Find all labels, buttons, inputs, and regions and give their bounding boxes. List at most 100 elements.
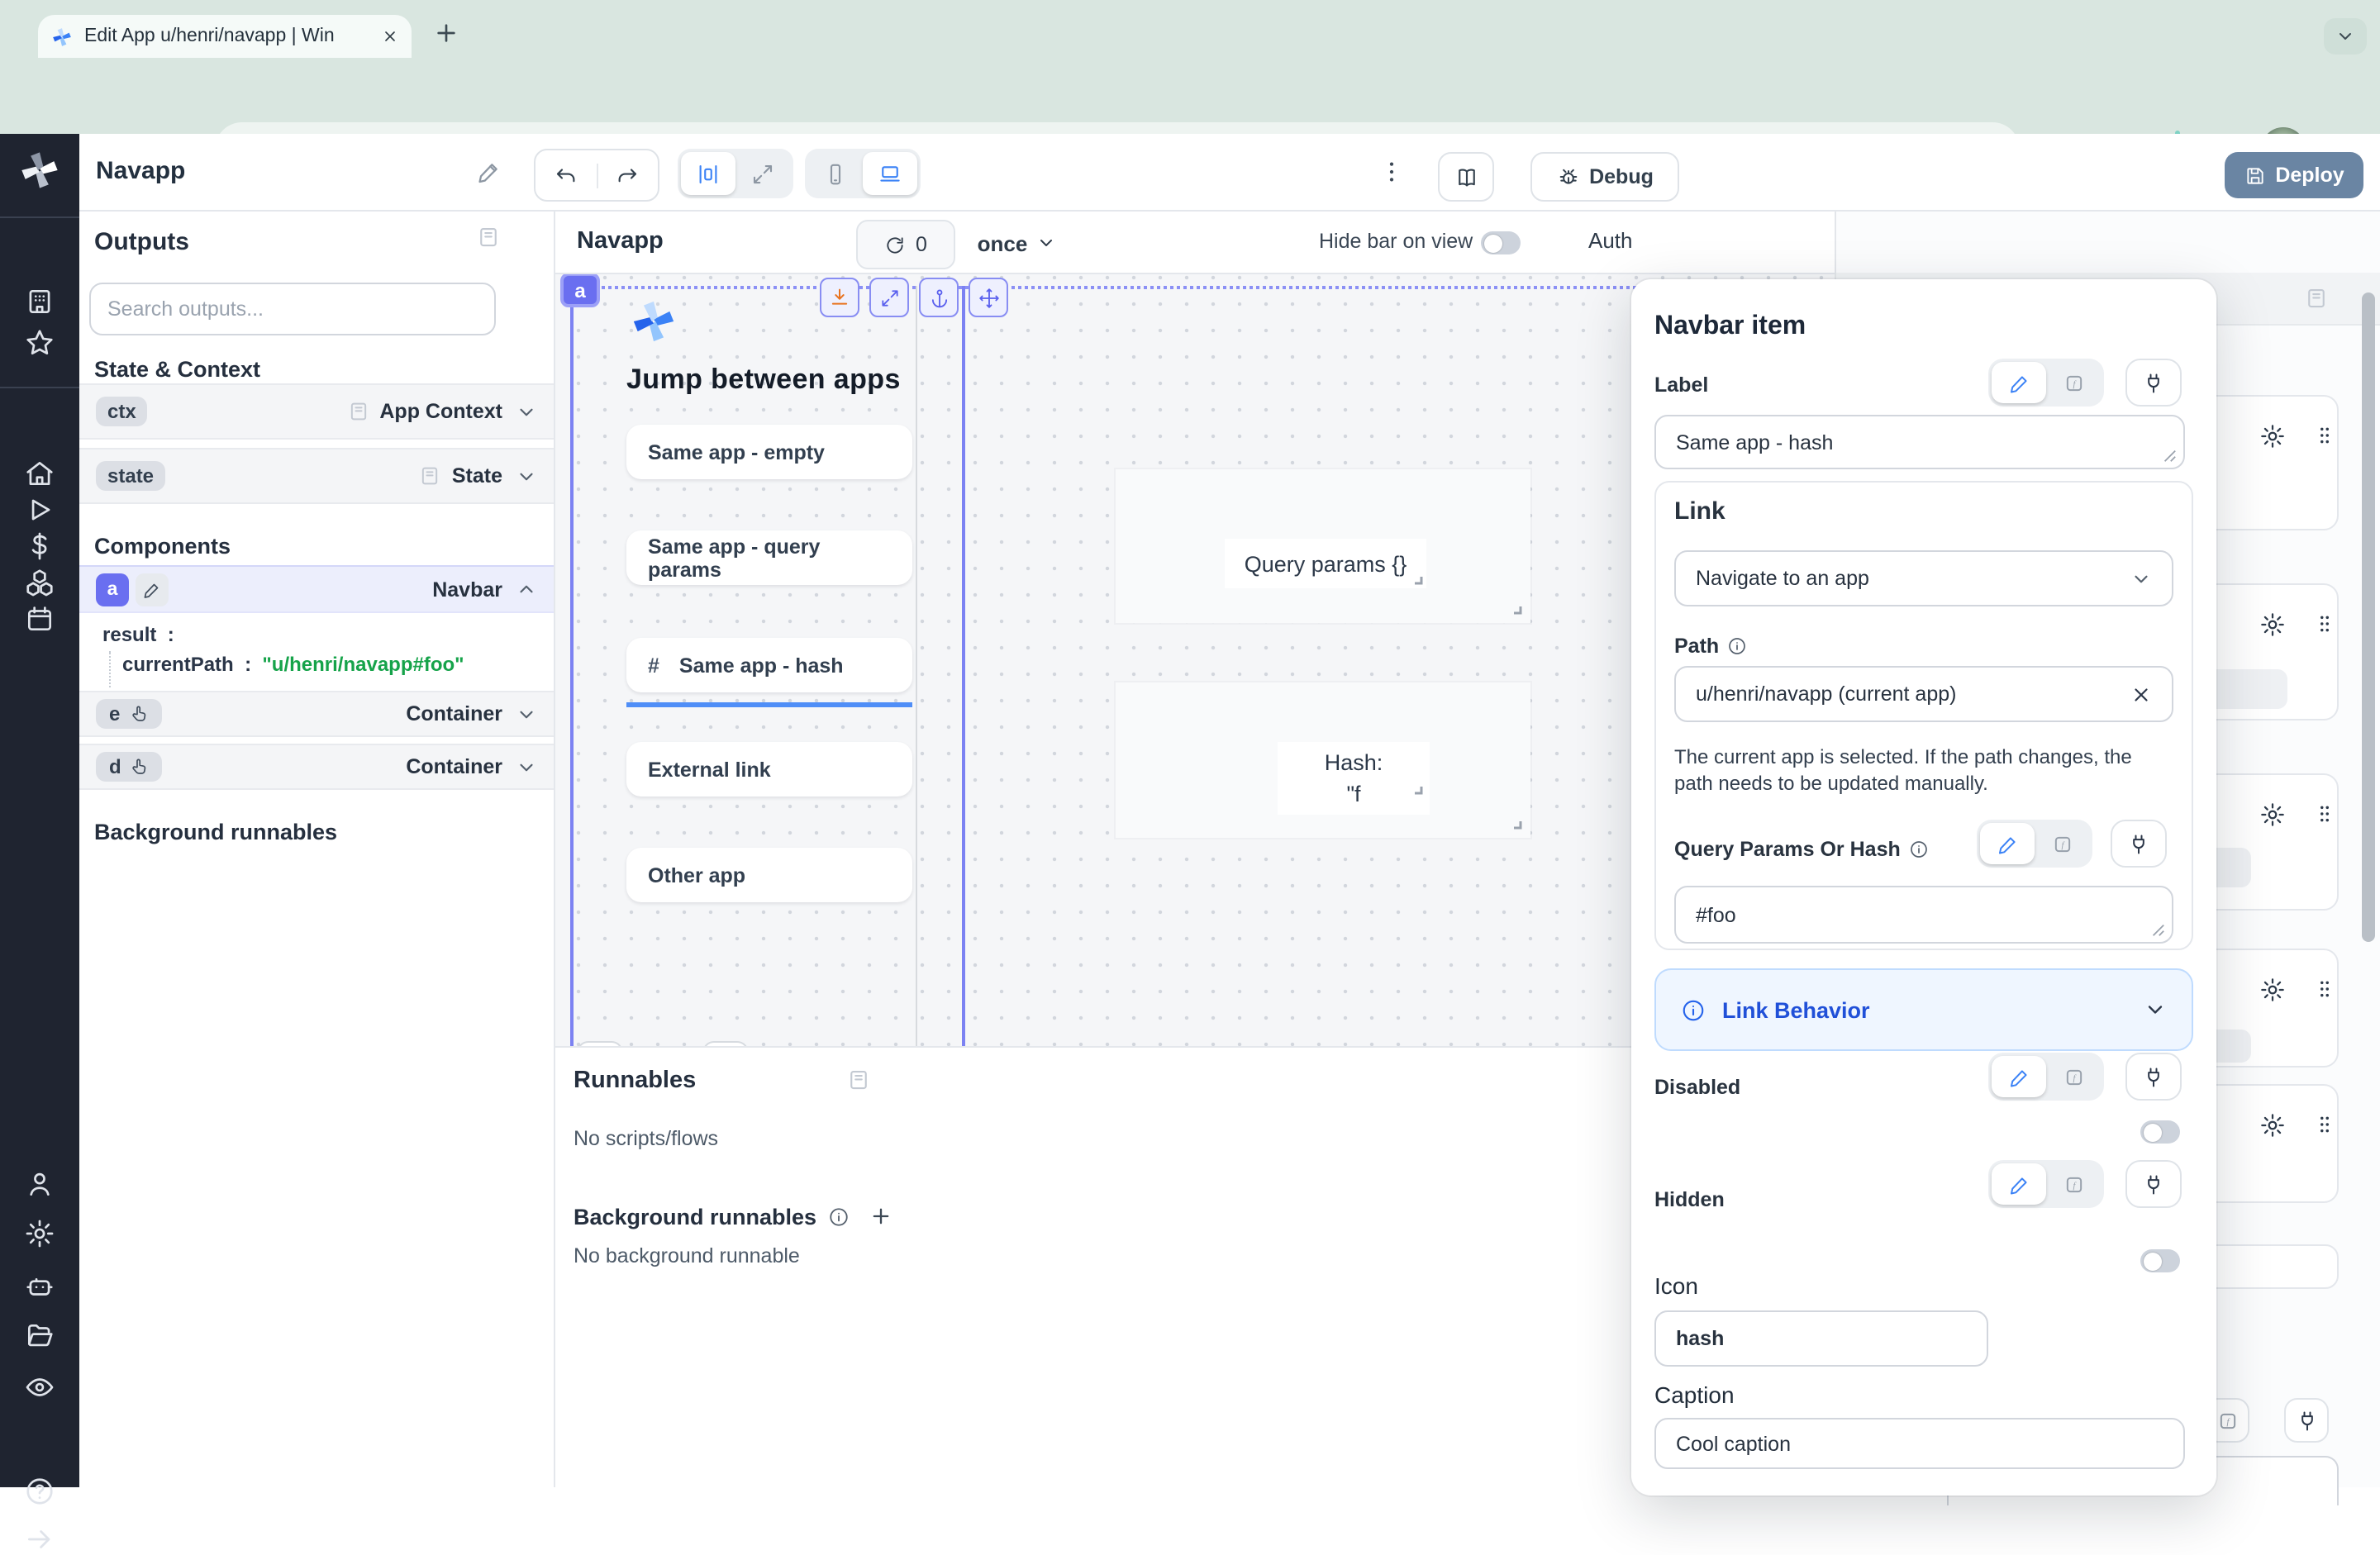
nav-item-button-active[interactable]: #Same app - hash — [626, 638, 912, 692]
fn-button[interactable]: f — [2046, 1056, 2101, 1097]
chevron-up-icon[interactable] — [516, 578, 537, 600]
selected-component-tab[interactable]: a — [560, 274, 600, 307]
gear-icon[interactable] — [2259, 1112, 2286, 1139]
nav-item-button[interactable]: Same app - query params — [626, 530, 912, 585]
connect-plug-button[interactable] — [2125, 1160, 2182, 1208]
path-input[interactable]: u/henri/navapp (current app) — [1674, 666, 2173, 722]
chevron-down-icon[interactable] — [516, 756, 537, 778]
windmill-logo-icon[interactable] — [18, 149, 61, 192]
ctx-row[interactable]: ctx App Context — [79, 383, 554, 440]
refresh-mode-dropdown[interactable]: once — [969, 220, 1064, 266]
chevron-down-icon[interactable] — [516, 703, 537, 725]
disabled-toggle[interactable] — [2140, 1120, 2180, 1144]
query-params-text[interactable]: Query params {} — [1225, 539, 1426, 588]
connect-plug-button[interactable] — [2111, 820, 2167, 868]
schedules-calendar-icon[interactable] — [24, 603, 55, 635]
drag-grip-icon[interactable] — [2314, 978, 2335, 1000]
chevron-down-icon[interactable] — [516, 401, 537, 422]
drag-grip-icon[interactable] — [2314, 425, 2335, 446]
query-params-input[interactable]: #foo — [1674, 886, 2173, 944]
component-row-e[interactable]: e Container — [79, 691, 554, 737]
drag-grip-icon[interactable] — [2314, 613, 2335, 635]
link-behavior-disclosure[interactable]: Link Behavior — [1654, 968, 2193, 1051]
connect-plug-button[interactable] — [2125, 1053, 2182, 1101]
resize-handle-icon[interactable] — [1509, 816, 1522, 830]
rename-pencil-icon[interactable] — [476, 159, 502, 185]
hash-text[interactable]: Hash: "f — [1278, 742, 1430, 815]
component-row-navbar[interactable]: a Navbar — [79, 565, 554, 613]
collapse-arrow-icon[interactable] — [24, 1524, 55, 1555]
scrollbar[interactable] — [2362, 292, 2375, 942]
gear-icon[interactable] — [2259, 611, 2286, 638]
runs-play-icon[interactable] — [24, 494, 55, 525]
query-params-container[interactable]: Query params {} — [1116, 469, 1530, 623]
variables-dollar-icon[interactable] — [24, 530, 55, 562]
textarea-resize-icon[interactable] — [2162, 448, 2177, 463]
help-icon[interactable] — [24, 1476, 55, 1507]
fullscreen-tool[interactable] — [869, 278, 909, 317]
move-tool[interactable] — [969, 278, 1008, 317]
panel-doc-icon[interactable] — [476, 225, 501, 250]
resources-cubes-icon[interactable] — [24, 567, 55, 598]
static-pencil-button[interactable] — [1992, 1056, 2046, 1097]
expand-down-tool[interactable] — [820, 278, 859, 317]
zoom-out-button[interactable] — [577, 1041, 623, 1048]
docs-book-button[interactable] — [1438, 152, 1494, 202]
search-outputs-input[interactable]: Search outputs... — [89, 283, 496, 335]
ctx-key-badge[interactable]: ctx — [96, 397, 148, 426]
hash-container[interactable]: Hash: "f — [1116, 682, 1530, 838]
fn-button[interactable]: f — [2046, 1163, 2101, 1205]
info-icon[interactable] — [828, 1205, 850, 1227]
workspace-icon[interactable] — [24, 286, 55, 317]
folders-icon[interactable] — [24, 1320, 55, 1352]
tab-close-icon[interactable] — [382, 28, 398, 45]
audit-eye-icon[interactable] — [24, 1372, 55, 1403]
currentpath-value[interactable]: "u/henri/navapp#foo" — [262, 653, 464, 676]
more-menu-kebab-icon[interactable] — [1378, 159, 1405, 185]
link-type-select[interactable]: Navigate to an app — [1674, 550, 2173, 606]
anchor-tool[interactable] — [919, 278, 959, 317]
redo-button[interactable] — [597, 163, 658, 188]
component-row-d[interactable]: d Container — [79, 744, 554, 790]
result-key[interactable]: result — [102, 623, 156, 646]
tab-search-button[interactable] — [2324, 18, 2367, 55]
deploy-button[interactable]: Deploy — [2225, 152, 2363, 198]
caption-input[interactable]: Cool caption — [1654, 1418, 2185, 1469]
info-icon[interactable] — [1727, 636, 1747, 656]
state-key-badge[interactable]: state — [96, 461, 165, 491]
static-pencil-button[interactable] — [1992, 1163, 2046, 1205]
fn-button[interactable]: f — [2035, 823, 2089, 864]
label-input[interactable]: Same app - hash — [1654, 415, 2185, 469]
clear-x-icon[interactable] — [2130, 683, 2152, 705]
refresh-count-button[interactable]: 0 — [856, 220, 955, 269]
gear-icon[interactable] — [2259, 801, 2286, 828]
edit-pencil-icon[interactable] — [136, 573, 169, 606]
resize-handle-icon[interactable] — [1509, 602, 1522, 615]
full-width-layout-button[interactable] — [735, 152, 790, 195]
add-background-runnable-button[interactable] — [861, 1196, 901, 1236]
home-icon[interactable] — [24, 458, 55, 489]
debug-button[interactable]: Debug — [1530, 152, 1679, 202]
static-pencil-button[interactable] — [1980, 823, 2035, 864]
static-pencil-button[interactable] — [1992, 362, 2046, 403]
icon-input[interactable]: hash — [1654, 1310, 1988, 1367]
drag-grip-icon[interactable] — [2314, 1114, 2335, 1135]
nav-item-button[interactable]: Other app — [626, 848, 912, 902]
favorites-star-icon[interactable] — [24, 327, 55, 359]
resize-handle-icon[interactable] — [1410, 572, 1423, 585]
state-row[interactable]: state State — [79, 448, 554, 504]
currentpath-key[interactable]: currentPath — [122, 653, 234, 676]
nav-item-button[interactable]: Same app - empty — [626, 425, 912, 479]
info-icon[interactable] — [1909, 839, 1929, 859]
zoom-in-button[interactable] — [702, 1041, 749, 1048]
resize-handle-icon[interactable] — [1410, 782, 1423, 795]
undo-button[interactable] — [536, 163, 597, 188]
connect-plug-button[interactable] — [2125, 359, 2182, 407]
component-id-badge[interactable]: a — [96, 573, 129, 606]
workers-robot-icon[interactable] — [24, 1271, 55, 1302]
drag-grip-icon[interactable] — [2314, 803, 2335, 825]
plug-button[interactable] — [2284, 1398, 2329, 1443]
users-person-icon[interactable] — [24, 1168, 55, 1200]
desktop-view-button[interactable] — [863, 152, 917, 195]
gear-icon[interactable] — [2259, 423, 2286, 449]
